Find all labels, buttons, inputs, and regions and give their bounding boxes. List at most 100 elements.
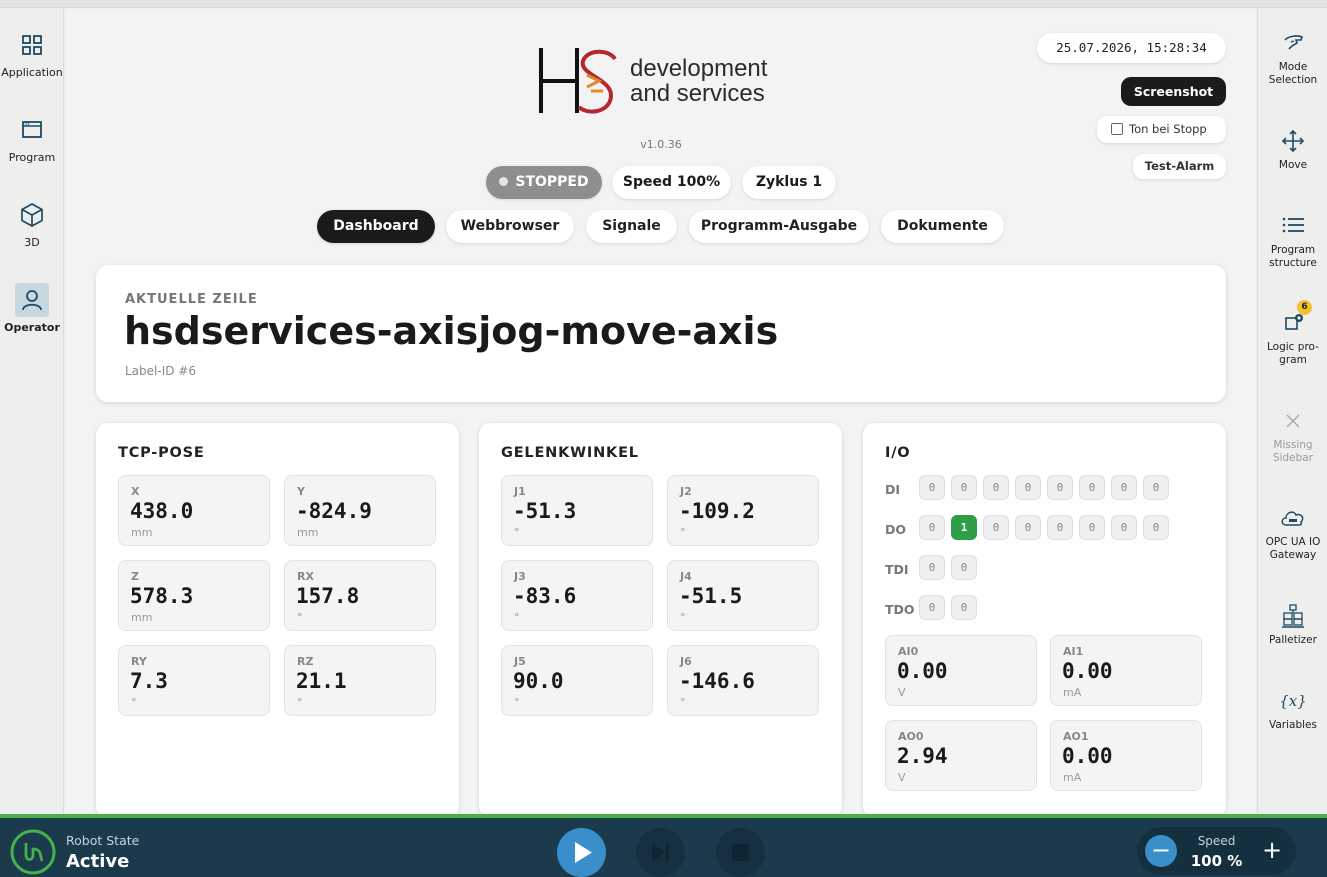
tile-value: 0.00 [1062, 659, 1113, 683]
speed-control: − Speed 100 % + [1137, 827, 1296, 875]
sidebar-item-mode-selection[interactable]: Mode Selection [1258, 28, 1327, 87]
tile-label: RZ [297, 655, 314, 668]
tile-label: RX [297, 570, 314, 583]
tile-value: 21.1 [296, 669, 347, 693]
sidebar-item-label: Application [1, 66, 63, 79]
tile-label: J3 [514, 570, 526, 583]
tile-value: -51.5 [679, 584, 743, 608]
cloud-gateway-icon [1281, 511, 1304, 526]
tab-dokumente[interactable]: Dokumente [881, 210, 1004, 243]
current-line-title: hsdservices-axisjog-move-axis [124, 309, 779, 353]
test-alarm-button[interactable]: Test-Alarm [1133, 154, 1226, 179]
io-bit-di-2: 0 [983, 475, 1009, 500]
tile-unit: ° [297, 611, 303, 624]
io-bit-di-0: 0 [919, 475, 945, 500]
tile-label: J6 [680, 655, 692, 668]
tile-value: -824.9 [296, 499, 372, 523]
tile-label: Y [297, 485, 305, 498]
ton-bei-stopp-toggle[interactable]: Ton bei Stopp [1097, 116, 1226, 143]
speed-value: 100 % [1190, 852, 1243, 870]
window-icon [22, 121, 42, 138]
tab-webbrowser[interactable]: Webbrowser [446, 210, 574, 243]
tile-unit: ° [514, 611, 520, 624]
joint-angles-card: GELENKWINKEL J1 -51.3 ° J2 -109.2 ° J3 -… [479, 423, 842, 814]
speed-label: Speed [1197, 834, 1236, 848]
io-bit-do-0: 0 [919, 515, 945, 540]
current-line-label: AKTUELLE ZEILE [125, 292, 258, 307]
tile-unit: mA [1063, 771, 1082, 784]
sidebar-item-label: Logic pro- gram [1267, 341, 1319, 366]
stop-icon [732, 844, 749, 861]
tile-unit: ° [680, 696, 686, 709]
move-arrows-icon [1281, 129, 1305, 153]
tile-unit: ° [680, 611, 686, 624]
tcp-y-tile: Y -824.9 mm [284, 475, 436, 546]
cycle-badge: Zyklus 1 [742, 166, 836, 199]
right-sidebar: Mode Selection Move Program structure 6 … [1257, 8, 1327, 814]
tile-value: -109.2 [679, 499, 755, 523]
joint-j5-tile: J5 90.0 ° [501, 645, 653, 716]
sidebar-item-label: Operator [4, 321, 60, 334]
io-bit-tdo-1: 0 [951, 595, 977, 620]
joint-j2-tile: J2 -109.2 ° [667, 475, 819, 546]
tile-unit: ° [514, 696, 520, 709]
tile-label: J4 [680, 570, 692, 583]
step-button[interactable] [636, 828, 685, 877]
sidebar-item-label: Program [8, 151, 56, 164]
tcp-rz-tile: RZ 21.1 ° [284, 645, 436, 716]
io-bit-do-6: 0 [1111, 515, 1137, 540]
sidebar-item-move[interactable]: Move [1258, 126, 1327, 172]
speed-increase-button[interactable]: + [1256, 835, 1288, 867]
person-icon [15, 283, 49, 317]
sidebar-item-logic-program[interactable]: 6 Logic pro- gram [1258, 300, 1327, 367]
tile-label: Z [131, 570, 139, 583]
tcp-pose-card: TCP-POSE X 438.0 mm Y -824.9 mm Z 578.3 … [96, 423, 459, 814]
io-bit-do-3: 0 [1015, 515, 1041, 540]
notification-badge: 6 [1297, 300, 1312, 315]
ton-bei-stopp-checkbox[interactable] [1111, 123, 1123, 135]
tile-label: AI0 [898, 645, 919, 658]
sidebar-item-variables[interactable]: {x} Variables [1258, 686, 1327, 732]
close-icon [1286, 414, 1300, 428]
tile-label: AO1 [1063, 730, 1089, 743]
analog-ai1-tile: AI1 0.00 mA [1050, 635, 1202, 706]
sidebar-item-missing-sidebar: Missing Sidebar [1258, 406, 1327, 465]
tile-unit: mm [131, 611, 153, 624]
io-bit-di-4: 0 [1047, 475, 1073, 500]
sidebar-item-label: Move [1278, 159, 1308, 171]
screenshot-button[interactable]: Screenshot [1121, 77, 1226, 106]
sidebar-item-opc-ua-io-gateway[interactable]: OPC UA IO Gateway [1258, 503, 1327, 562]
tab-programm-ausgabe[interactable]: Programm-Ausgabe [689, 210, 869, 243]
io-row-label-tdi: TDI [885, 562, 909, 577]
speed-badge: Speed 100% [612, 166, 731, 199]
sidebar-item-application[interactable]: Application [0, 16, 64, 86]
palletizer-icon [1282, 604, 1304, 628]
ton-bei-stopp-label: Ton bei Stopp [1129, 122, 1207, 136]
sidebar-item-palletizer[interactable]: Palletizer [1258, 601, 1327, 647]
bottom-bar: Robot State Active − Speed 100 % + [0, 814, 1327, 877]
stop-button[interactable] [716, 828, 765, 877]
io-bit-tdi-0: 0 [919, 555, 945, 580]
variables-icon: {x} [1279, 692, 1307, 710]
sidebar-item-operator[interactable]: Operator [0, 271, 64, 341]
tile-label: AO0 [898, 730, 924, 743]
tab-signale[interactable]: Signale [586, 210, 677, 243]
grid-icon [22, 35, 42, 55]
play-button[interactable] [557, 828, 606, 877]
tcp-rx-tile: RX 157.8 ° [284, 560, 436, 631]
tile-value: -51.3 [513, 499, 577, 523]
sidebar-item-program[interactable]: Program [0, 101, 64, 171]
joint-j4-tile: J4 -51.5 ° [667, 560, 819, 631]
io-bit-tdo-0: 0 [919, 595, 945, 620]
sidebar-item-program-structure[interactable]: Program structure [1258, 211, 1327, 270]
sidebar-item-label: Variables [1269, 719, 1317, 731]
sidebar-item-3d[interactable]: 3D [0, 186, 64, 256]
tab-dashboard[interactable]: Dashboard [317, 210, 435, 243]
sidebar-item-label: 3D [24, 236, 40, 249]
speed-decrease-button[interactable]: − [1145, 835, 1177, 867]
tcp-z-tile: Z 578.3 mm [118, 560, 270, 631]
tile-unit: ° [297, 696, 303, 709]
play-icon [575, 842, 592, 863]
tile-label: X [131, 485, 140, 498]
hand-icon [1284, 35, 1303, 50]
